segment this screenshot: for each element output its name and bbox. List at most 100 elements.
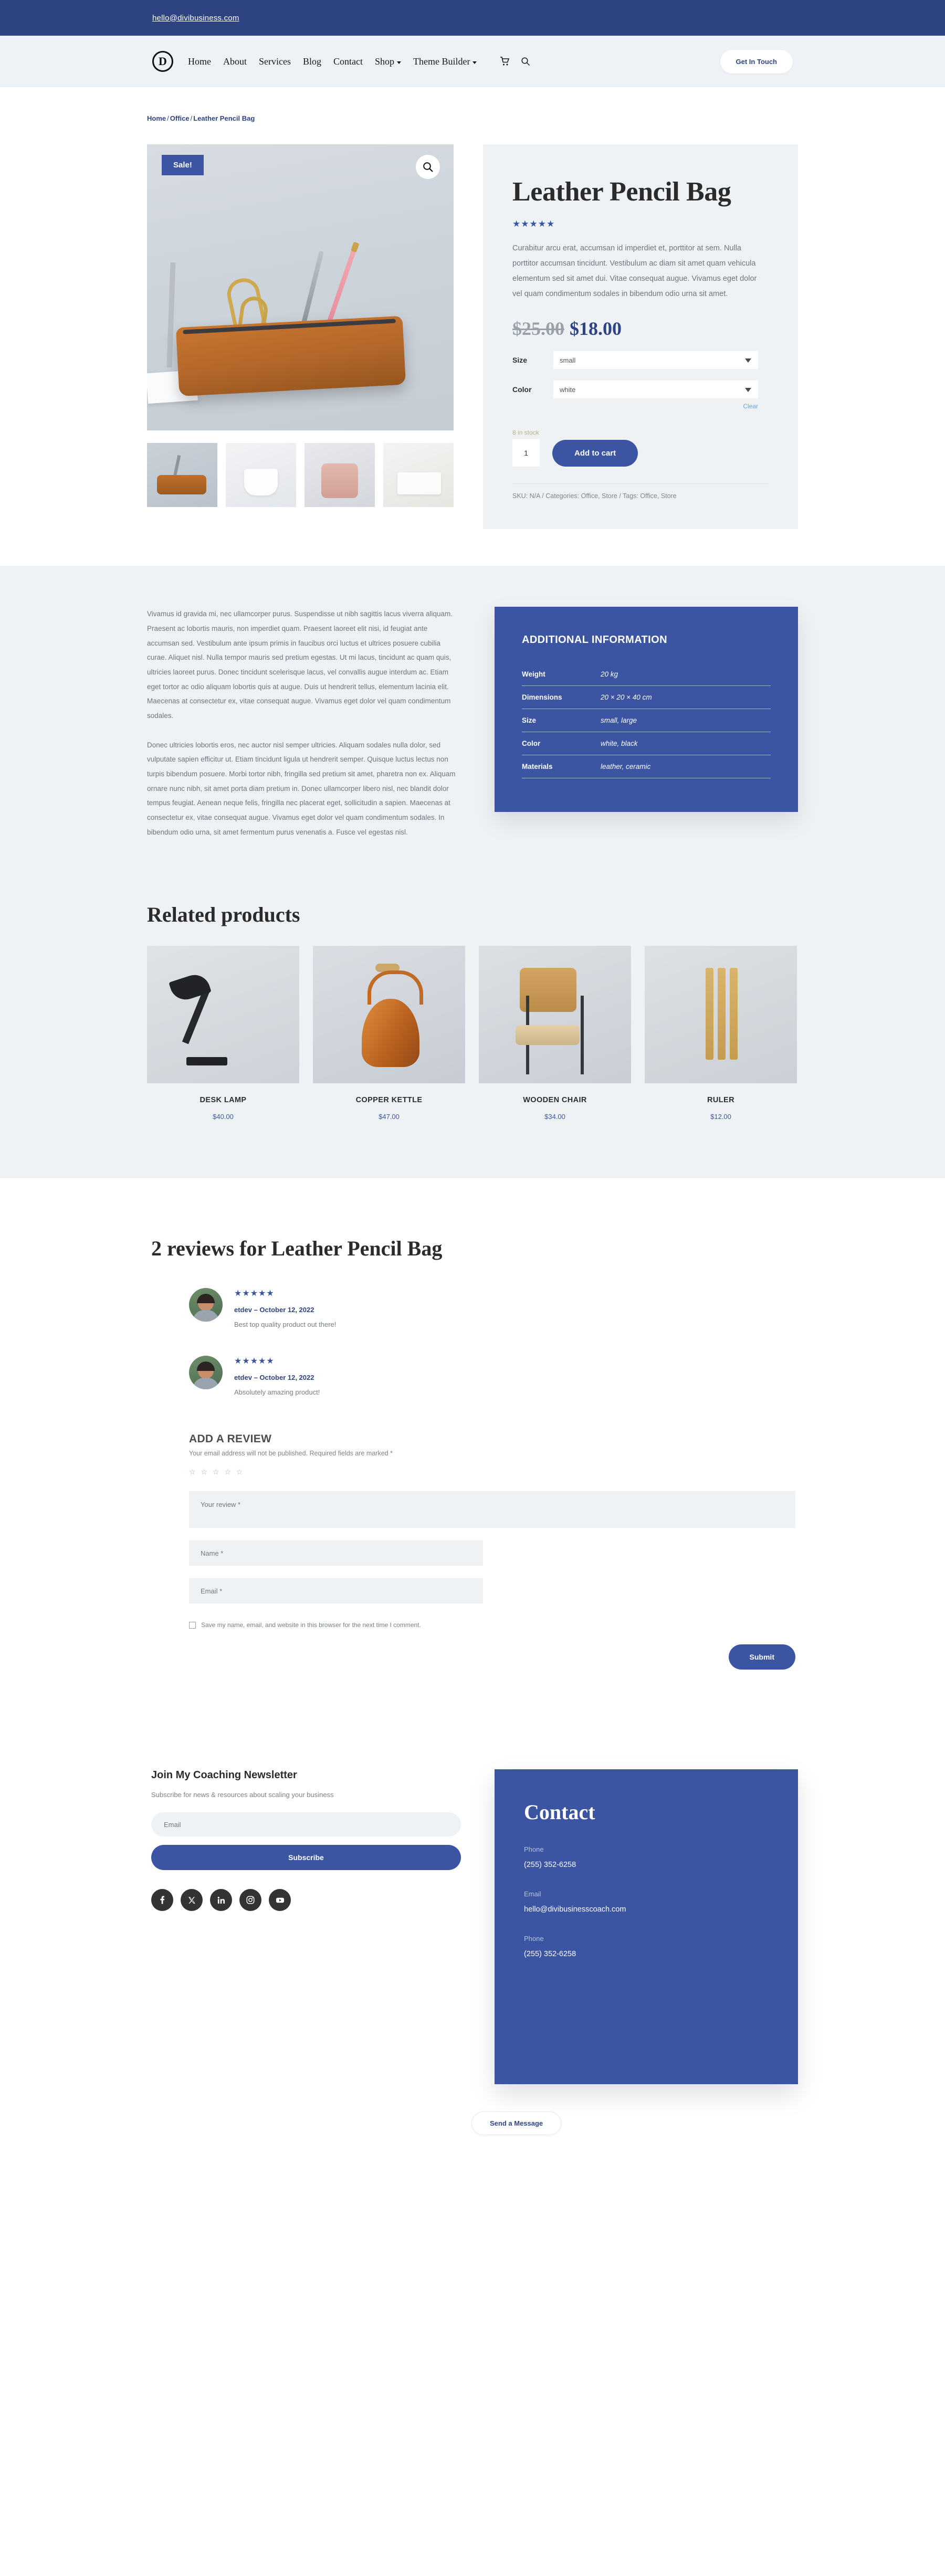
contact-title: Contact: [524, 1800, 595, 1824]
color-select[interactable]: white black: [553, 381, 758, 399]
reviews-title: 2 reviews for Leather Pencil Bag: [151, 1237, 443, 1261]
contact-value-phone-2[interactable]: (255) 352-6258: [524, 1950, 769, 1958]
attribute-value: 20 kg: [601, 670, 618, 679]
table-row: Size small, large: [522, 709, 771, 732]
contact-value-phone[interactable]: (255) 352-6258: [524, 1861, 769, 1869]
reviews-section: 2 reviews for Leather Pencil Bag ★★★★★ e…: [0, 1178, 945, 1702]
related-product-price: $34.00: [544, 1113, 565, 1121]
decor-pen: [300, 250, 324, 328]
logo[interactable]: D: [152, 51, 173, 72]
instagram-icon[interactable]: [239, 1889, 261, 1912]
topbar-email-link[interactable]: hello@divibusiness.com: [152, 14, 239, 23]
cart-icon[interactable]: [499, 56, 510, 67]
nav-item-blog[interactable]: Blog: [303, 56, 321, 67]
site-header: D Home About Services Blog Contact Shop …: [0, 36, 945, 87]
nav-label: Blog: [302, 56, 321, 67]
breadcrumb-separator: /: [167, 114, 169, 122]
newsletter-title: Join My Coaching Newsletter: [151, 1769, 297, 1781]
contact-label-phone-2: Phone: [524, 1935, 544, 1943]
add-to-cart-button[interactable]: Add to cart: [552, 439, 638, 467]
ruler-image[interactable]: [645, 946, 797, 1084]
newsletter-block: Join My Coaching Newsletter Subscribe fo…: [147, 1769, 461, 1912]
review-rating-selector[interactable]: ☆ ☆ ☆ ☆ ☆: [189, 1468, 798, 1476]
subscribe-button[interactable]: Subscribe: [151, 1845, 461, 1871]
quantity-input[interactable]: [512, 439, 540, 467]
submit-review-button[interactable]: Submit: [728, 1644, 795, 1670]
email-field[interactable]: [189, 1578, 483, 1604]
breadcrumb-current: Leather Pencil Bag: [193, 114, 255, 122]
newsletter-email-input[interactable]: [151, 1812, 461, 1837]
breadcrumb-home[interactable]: Home: [147, 114, 166, 122]
decor-leather-bag: [176, 315, 406, 396]
thumbnail-leather-pencil-bag[interactable]: [147, 443, 217, 507]
save-info-checkbox[interactable]: [189, 1621, 196, 1629]
related-products-title: Related products: [147, 903, 300, 927]
newsletter-subtitle: Subscribe for news & resources about sca…: [151, 1791, 334, 1799]
product-thumbnails: [147, 443, 454, 507]
related-product-card[interactable]: COPPER KETTLE $47.00: [313, 946, 465, 1121]
nav-label: Services: [259, 56, 291, 67]
avatar: [189, 1356, 223, 1390]
product-info-section: Vivamus id gravida mi, nec ullamcorper p…: [0, 566, 945, 903]
thumbnail-white-pouch[interactable]: [226, 443, 296, 507]
product-main-image[interactable]: Sale!: [147, 144, 454, 430]
contact-label-email: Email: [524, 1890, 541, 1898]
description-paragraph-1: Vivamus id gravida mi, nec ullamcorper p…: [147, 610, 453, 720]
nav-item-theme-builder[interactable]: Theme Builder: [413, 56, 477, 67]
thumbnail-glasses-desk[interactable]: [383, 443, 454, 507]
clear-variations-link[interactable]: Clear: [512, 403, 758, 410]
main-nav: Home About Services Blog Contact Shop Th…: [188, 56, 531, 67]
nav-item-about[interactable]: About: [223, 56, 247, 67]
stock-status: 8 in stock: [512, 429, 539, 437]
add-review-form: ADD A REVIEW Your email address will not…: [147, 1433, 798, 1670]
nav-item-home[interactable]: Home: [188, 56, 211, 67]
nav-item-shop[interactable]: Shop: [375, 56, 402, 67]
add-review-heading: ADD A REVIEW: [189, 1433, 272, 1445]
review-textarea[interactable]: [189, 1491, 795, 1528]
nav-item-contact[interactable]: Contact: [333, 56, 363, 67]
nav-label: Contact: [333, 56, 363, 67]
x-twitter-icon[interactable]: [181, 1889, 203, 1912]
price-sale: $18.00: [570, 318, 622, 340]
related-product-name: RULER: [707, 1096, 734, 1105]
decor-ruler: [166, 262, 176, 368]
desk-lamp-image[interactable]: [147, 946, 299, 1084]
nav-label: Theme Builder: [413, 56, 470, 67]
related-product-card[interactable]: WOODEN CHAIR $34.00: [479, 946, 631, 1121]
related-product-name: WOODEN CHAIR: [523, 1096, 587, 1105]
review-text: Absolutely amazing product!: [234, 1388, 320, 1397]
magnifier-icon[interactable]: [416, 155, 440, 179]
additional-information-table: Weight 20 kg Dimensions 20 × 20 × 40 cm …: [522, 663, 771, 778]
table-row: Color white, black: [522, 732, 771, 755]
breadcrumb-category[interactable]: Office: [170, 114, 190, 122]
nav-item-services[interactable]: Services: [259, 56, 291, 67]
thumbnail-pink-backpack[interactable]: [304, 443, 375, 507]
nav-label: Shop: [375, 56, 395, 67]
avatar: [189, 1288, 223, 1322]
variation-label-size: Size: [512, 356, 528, 365]
related-product-price: $40.00: [213, 1113, 234, 1121]
contact-value-email[interactable]: hello@divibusinesscoach.com: [524, 1905, 769, 1914]
product-section: Sale! Leather Pencil Bag ★★★★★ Curabitur…: [0, 122, 945, 566]
attribute-key: Weight: [522, 670, 545, 679]
attribute-key: Materials: [522, 763, 553, 771]
related-product-card[interactable]: RULER $12.00: [645, 946, 797, 1121]
related-products-section: Related products DESK LAMP $40.00 COPPER…: [0, 902, 945, 1179]
youtube-icon[interactable]: [269, 1889, 291, 1912]
copper-kettle-image[interactable]: [313, 946, 465, 1084]
get-in-touch-button[interactable]: Get In Touch: [720, 49, 793, 73]
attribute-value: 20 × 20 × 40 cm: [601, 693, 652, 702]
wooden-chair-image[interactable]: [479, 946, 631, 1084]
size-select[interactable]: small large: [553, 351, 758, 369]
name-field[interactable]: [189, 1540, 483, 1566]
sale-badge: Sale!: [162, 155, 204, 175]
review-rating-stars: ★★★★★: [234, 1357, 275, 1366]
additional-information-title: ADDITIONAL INFORMATION: [522, 634, 667, 646]
related-product-card[interactable]: DESK LAMP $40.00: [147, 946, 299, 1121]
variation-row-color: Color white black: [512, 381, 769, 399]
search-icon[interactable]: [520, 56, 531, 67]
facebook-icon[interactable]: [151, 1889, 173, 1912]
linkedin-icon[interactable]: [210, 1889, 232, 1912]
send-a-message-button[interactable]: Send a Message: [471, 2112, 562, 2136]
attribute-key: Size: [522, 716, 537, 725]
